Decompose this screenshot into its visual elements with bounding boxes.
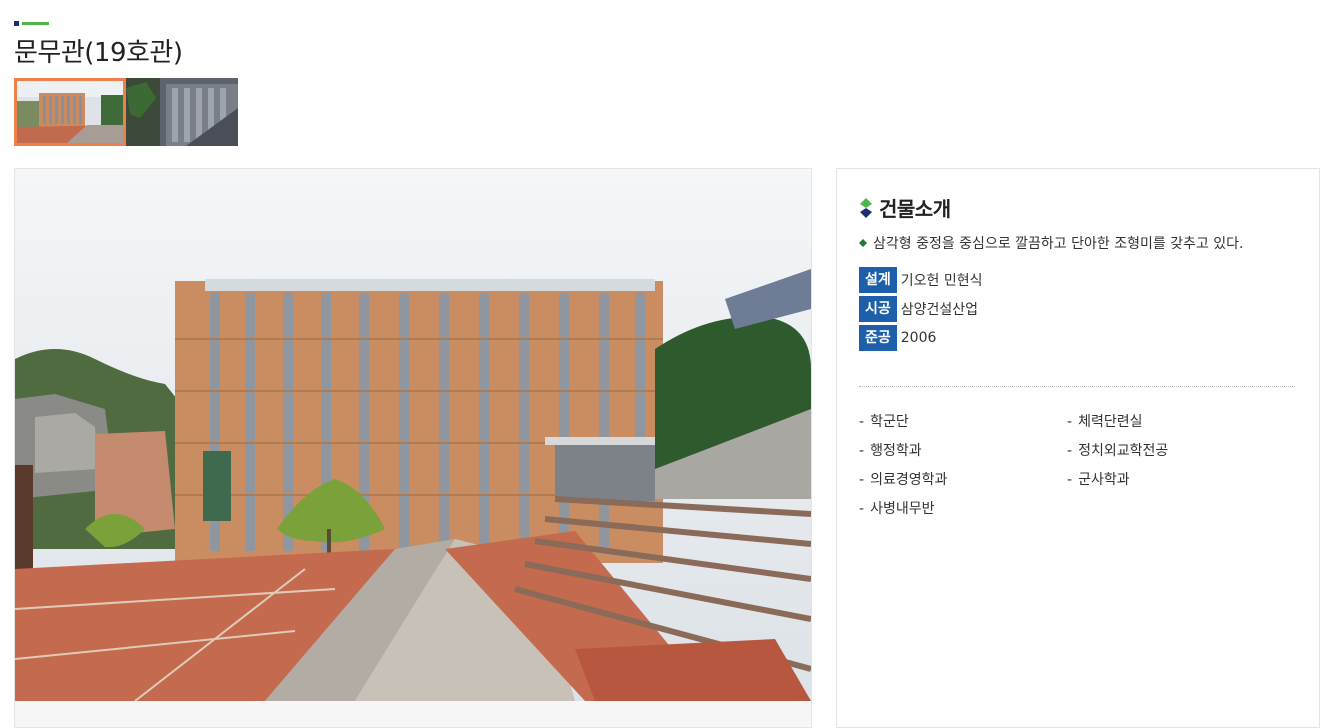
title-decoration [14, 20, 54, 26]
section-title: 건물소개 [879, 197, 951, 221]
description-text: 삼각형 중정을 중심으로 깔끔하고 단아한 조형미를 갖추고 있다. [873, 236, 1244, 252]
fact-row-completion: 준공 2006 [859, 325, 983, 351]
thumbnail-1[interactable] [14, 78, 126, 146]
thumbnail-2-image [126, 78, 238, 146]
fact-label: 설계 [859, 267, 897, 293]
diamond-icon [860, 197, 872, 218]
section-heading: 건물소개 [859, 193, 951, 222]
fact-value: 기오헌 민현식 [900, 273, 983, 289]
fact-row-construction: 시공 삼양건설산업 [859, 296, 983, 322]
building-description: 삼각형 중정을 중심으로 깔끔하고 단아한 조형미를 갖추고 있다. [859, 233, 1243, 253]
building-info-panel: 건물소개 삼각형 중정을 중심으로 깔끔하고 단아한 조형미를 갖추고 있다. … [836, 168, 1320, 728]
page-title: 문무관(19호관) [14, 38, 183, 68]
divider [859, 386, 1295, 387]
thumbnail-2[interactable] [126, 78, 238, 146]
list-item: - 사병내무반 [859, 501, 935, 517]
main-building-photo [15, 169, 811, 701]
thumbnail-1-image [17, 81, 123, 143]
fact-value: 삼양건설산업 [900, 302, 979, 318]
list-item: - 군사학과 [1067, 472, 1130, 488]
list-item: - 의료경영학과 [859, 472, 948, 488]
fact-label: 시공 [859, 296, 897, 322]
main-photo-frame [14, 168, 812, 728]
title-deco-bar [22, 22, 49, 25]
list-item: - 체력단련실 [1067, 414, 1143, 430]
list-item: - 행정학과 [859, 443, 922, 459]
title-deco-square [14, 21, 19, 26]
fact-row-design: 설계 기오헌 민현식 [859, 267, 983, 293]
fact-label: 준공 [859, 325, 897, 351]
building-facts: 설계 기오헌 민현식 시공 삼양건설산업 준공 2006 [859, 267, 983, 354]
fact-value: 2006 [900, 330, 937, 346]
list-item: - 학군단 [859, 414, 909, 430]
department-list: - 학군단 - 체력단련실 - 행정학과 - 정치외교학전공 - 의료경영학과 - 군사학과… [859, 412, 1279, 520]
thumbnail-strip [14, 78, 238, 146]
green-diamond-bullet-icon [859, 239, 867, 247]
list-item: - 정치외교학전공 [1067, 443, 1169, 459]
